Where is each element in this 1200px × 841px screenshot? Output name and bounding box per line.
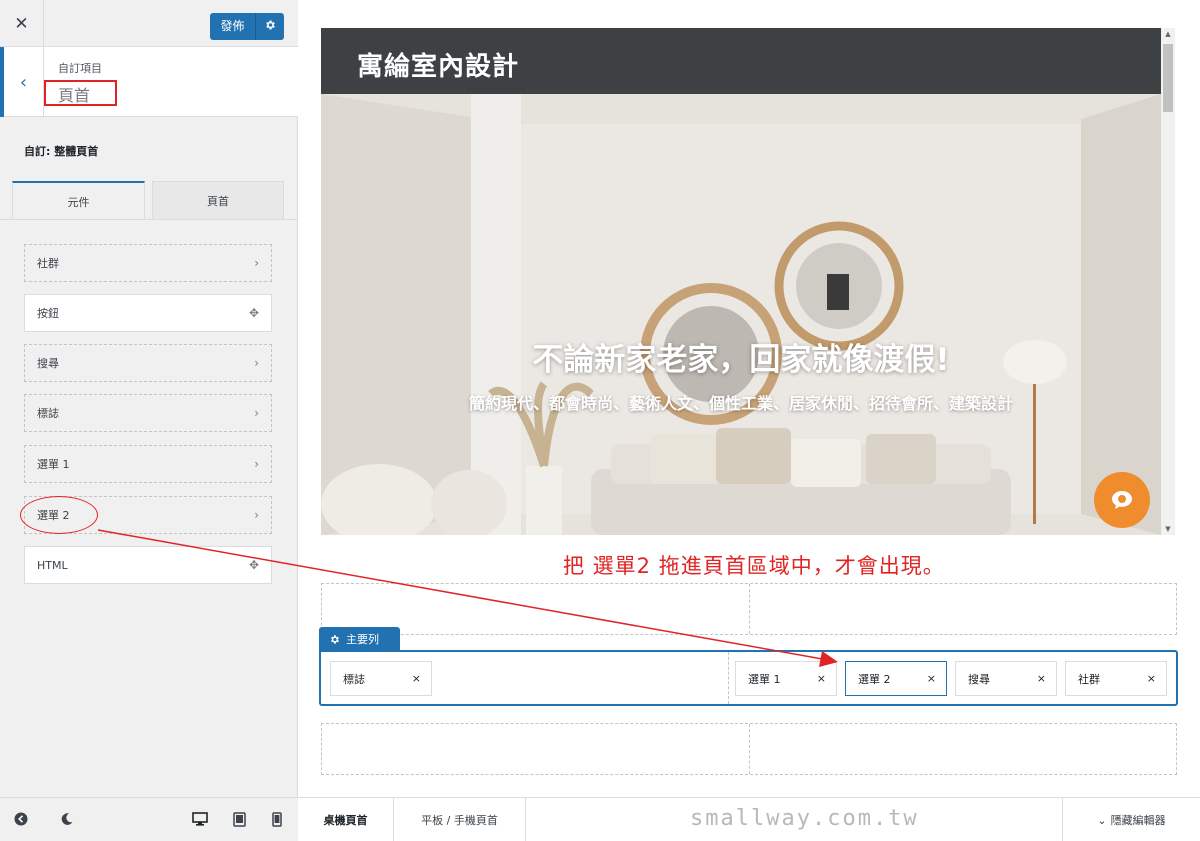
desktop-icon[interactable] (191, 810, 209, 828)
chip-label: 標誌 (343, 672, 365, 686)
chevron-right-icon: › (254, 508, 259, 522)
element-item-html[interactable]: HTML ✥ (24, 546, 272, 584)
mobile-icon[interactable] (268, 810, 286, 828)
element-label: 標誌 (37, 407, 59, 420)
tab-divider (0, 219, 298, 220)
chevron-right-icon: › (254, 356, 259, 370)
element-label: 按鈕 (37, 307, 59, 320)
builder-top-row[interactable] (321, 583, 1177, 635)
move-icon[interactable]: ✥ (249, 558, 259, 572)
highlight-circle (20, 496, 98, 534)
remove-icon[interactable]: × (1037, 672, 1046, 685)
element-item-logo[interactable]: 標誌 › (24, 394, 272, 432)
element-item-button[interactable]: 按鈕 ✥ (24, 294, 272, 332)
section-header: ‹ 自訂項目 頁首 (0, 47, 298, 117)
scroll-up-icon[interactable]: ▲ (1161, 30, 1175, 38)
remove-icon[interactable]: × (412, 672, 421, 685)
element-label: HTML (37, 558, 68, 572)
tab-elements[interactable]: 元件 (12, 181, 145, 220)
site-header: 寓綸室內設計 (321, 28, 1175, 94)
chip-label: 選單 1 (748, 672, 781, 686)
chip-label: 搜尋 (968, 672, 990, 686)
sidebar-footer (0, 797, 298, 841)
move-icon[interactable]: ✥ (249, 306, 259, 320)
chevron-left-icon[interactable]: ‹ (0, 47, 44, 117)
element-label: 選單 1 (37, 458, 70, 471)
circle-arrow-icon[interactable] (12, 810, 30, 828)
builder-tabs: 元件 頁首 (12, 181, 284, 220)
chat-bubble-icon[interactable] (1094, 472, 1150, 528)
builder-bottom-row[interactable] (321, 723, 1177, 775)
breadcrumb: 自訂項目 (58, 62, 102, 75)
hero-section: 不論新家老家，回家就像渡假! 簡約現代、都會時尚、藝術人文、個性工業、居家休閒、… (321, 94, 1161, 535)
site-preview-frame: 寓綸室內設計 不論新家老家，回家就像渡假! 簡約現代、都會時尚、藝術人文、個性工… (321, 28, 1175, 535)
hide-editor-button[interactable]: ⌄ 隱藏編輯器 (1062, 798, 1200, 841)
main-row-tag[interactable]: 主要列 (319, 627, 400, 651)
preview-area: 寓綸室內設計 不論新家老家，回家就像渡假! 簡約現代、都會時尚、藝術人文、個性工… (298, 0, 1200, 841)
gear-icon[interactable] (256, 19, 284, 34)
element-label: 搜尋 (37, 357, 59, 370)
hero-title: 不論新家老家，回家就像渡假! (532, 342, 950, 378)
scroll-thumb[interactable] (1163, 44, 1173, 112)
chip-label: 選單 2 (858, 672, 891, 686)
scroll-down-icon[interactable]: ▼ (1161, 525, 1175, 533)
hero-subtitle: 簡約現代、都會時尚、藝術人文、個性工業、居家休閒、招待會所、建築設計 (468, 394, 1013, 413)
chip-menu-1[interactable]: 選單 1 × (735, 661, 837, 696)
remove-icon[interactable]: × (927, 672, 936, 685)
chevron-right-icon: › (254, 256, 259, 270)
section-title: 頁首 (58, 86, 91, 105)
chevron-right-icon: › (254, 406, 259, 420)
annotation-note: 把 選單2 拖進頁首區域中，才會出現。 (563, 554, 945, 578)
chevron-down-icon: ⌄ (1097, 813, 1107, 827)
main-row-label: 主要列 (346, 633, 379, 646)
chip-social[interactable]: 社群 × (1065, 661, 1167, 696)
row-divider (749, 724, 750, 774)
row-divider (749, 584, 750, 634)
tablet-icon[interactable] (230, 810, 248, 828)
publish-label: 發佈 (210, 13, 256, 40)
hide-editor-label: 隱藏編輯器 (1110, 814, 1166, 827)
preview-scrollbar[interactable]: ▲ ▼ (1161, 28, 1175, 535)
watermark: smallway.com.tw (690, 806, 919, 831)
element-label: 社群 (37, 257, 59, 270)
chip-menu-2[interactable]: 選單 2 × (845, 661, 947, 696)
moon-icon[interactable] (58, 810, 76, 828)
row-divider (728, 652, 729, 704)
customize-label: 自訂: 整體頁首 (24, 145, 99, 158)
remove-icon[interactable]: × (1147, 672, 1156, 685)
element-item-menu-1[interactable]: 選單 1 › (24, 445, 272, 483)
site-title[interactable]: 寓綸室內設計 (357, 46, 519, 83)
customizer-topbar: ✕ 發佈 (0, 0, 298, 47)
remove-icon[interactable]: × (817, 672, 826, 685)
chip-label: 社群 (1078, 672, 1100, 686)
builder-main-row[interactable]: 標誌 × 選單 1 × 選單 2 × 搜尋 × 社群 × (319, 650, 1178, 706)
tab-desktop-header[interactable]: 桌機頁首 (298, 798, 394, 841)
tab-mobile-header[interactable]: 平板 / 手機頁首 (394, 798, 526, 841)
element-item-social[interactable]: 社群 › (24, 244, 272, 282)
customizer-sidebar: ✕ 發佈 ‹ 自訂項目 頁首 自訂: 整體頁首 元件 頁首 社群 › 按鈕 ✥ … (0, 0, 298, 841)
tab-header[interactable]: 頁首 (152, 181, 284, 220)
chip-logo[interactable]: 標誌 × (330, 661, 432, 696)
chevron-right-icon: › (254, 457, 259, 471)
close-icon[interactable]: ✕ (0, 0, 44, 47)
living-room-photo (321, 94, 1161, 535)
customizer-app: ✕ 發佈 ‹ 自訂項目 頁首 自訂: 整體頁首 元件 頁首 社群 › 按鈕 ✥ … (0, 0, 1200, 841)
publish-button[interactable]: 發佈 (210, 13, 284, 40)
gear-icon (331, 634, 339, 644)
element-item-search[interactable]: 搜尋 › (24, 344, 272, 382)
chip-search[interactable]: 搜尋 × (955, 661, 1057, 696)
